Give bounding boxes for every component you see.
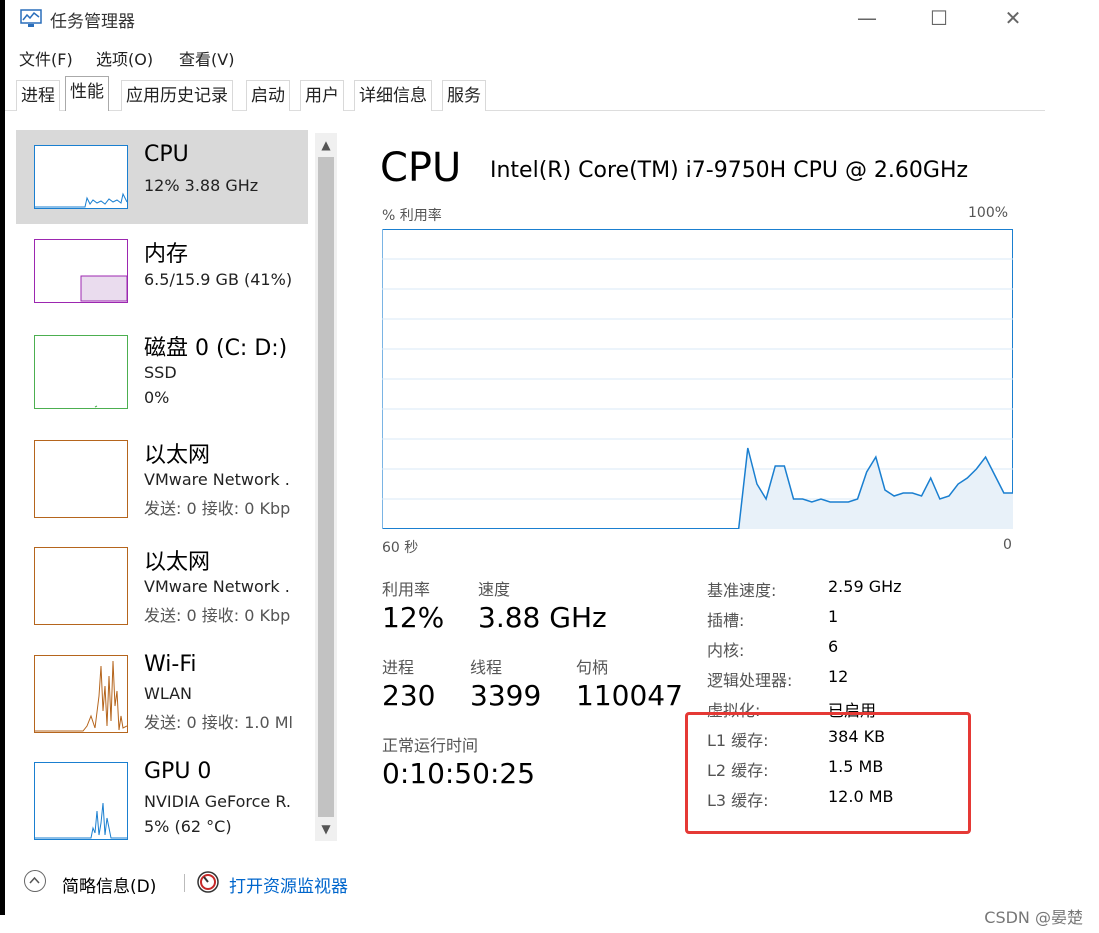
spec-label: 基准速度: [707, 581, 777, 600]
disk-thumbnail-graph [34, 335, 128, 409]
utilization-label: 利用率 [382, 580, 431, 599]
fewer-details-link[interactable]: 简略信息(D) [62, 872, 156, 897]
wifi-thumbnail-graph [34, 655, 128, 733]
processes-label: 进程 [382, 658, 415, 677]
sidebar-item-subtitle: SSD [144, 363, 177, 382]
uptime-label: 正常运行时间 [382, 736, 479, 755]
menu-file[interactable]: 文件(F) [19, 46, 73, 70]
cpu-thumbnail-graph [34, 145, 128, 209]
handles-value: 110047 [576, 679, 683, 712]
scrollbar-thumb[interactable] [318, 157, 334, 817]
sidebar-item-ethernet-1[interactable]: 以太网 VMware Network . 发送: 0 接收: 0 Kbp [16, 434, 308, 534]
spec-value: 2.59 GHz [828, 577, 902, 596]
sidebar-item-subtitle: WLAN [144, 684, 193, 703]
zero-axis-label: 0 [1003, 537, 1012, 553]
collapse-chevron-up-icon[interactable] [24, 870, 46, 892]
maximize-button[interactable]: ☐ [924, 4, 954, 32]
gpu-thumbnail-graph [34, 762, 128, 840]
task-manager-icon [20, 9, 42, 27]
spec-label: 内核: [707, 641, 745, 660]
tab-performance[interactable]: 性能 [65, 76, 109, 111]
sidebar-item-memory[interactable]: 内存 6.5/15.9 GB (41%) [16, 230, 308, 324]
threads-value: 3399 [470, 679, 542, 712]
menu-view[interactable]: 查看(V) [179, 46, 234, 70]
sidebar-item-subtitle: VMware Network . [144, 577, 290, 596]
sidebar-item-title: 磁盘 0 (C: D:) [144, 336, 288, 361]
sidebar-item-wifi[interactable]: Wi-Fi WLAN 发送: 0 接收: 1.0 Ml [16, 648, 308, 748]
sidebar-item-subtitle: 6.5/15.9 GB (41%) [144, 270, 293, 289]
sidebar-item-cpu[interactable]: CPU 12% 3.88 GHz [16, 130, 308, 224]
max-axis-label: 100% [968, 205, 1009, 221]
speed-value: 3.88 GHz [478, 601, 607, 634]
sidebar-item-detail: 发送: 0 接收: 0 Kbp [144, 499, 291, 518]
minimize-button[interactable]: — [852, 4, 882, 32]
resource-monitor-icon [197, 871, 219, 893]
ethernet-thumbnail-graph [34, 440, 128, 518]
tab-processes[interactable]: 进程 [16, 80, 60, 111]
spec-label: 插槽: [707, 611, 745, 630]
sidebar-item-title: Wi-Fi [144, 652, 197, 677]
sidebar-item-subtitle: VMware Network . [144, 470, 290, 489]
memory-thumbnail-graph [34, 239, 128, 303]
sidebar-item-detail: 发送: 0 接收: 0 Kbp [144, 606, 291, 625]
utilization-axis-label: % 利用率 [382, 208, 442, 224]
tab-users[interactable]: 用户 [300, 80, 344, 111]
tab-app-history[interactable]: 应用历史记录 [121, 80, 233, 111]
sidebar-item-title: GPU 0 [144, 759, 212, 784]
sidebar-item-detail: 0% [144, 388, 170, 407]
cpu-model-name: Intel(R) Core(TM) i7-9750H CPU @ 2.60GHz [490, 158, 969, 183]
speed-label: 速度 [478, 580, 511, 599]
cpu-utilization-graph [382, 229, 1013, 529]
scroll-down-icon[interactable]: ▼ [315, 819, 337, 839]
scroll-up-icon[interactable]: ▲ [315, 135, 337, 155]
tab-details[interactable]: 详细信息 [354, 80, 432, 111]
spec-value: 6 [828, 637, 839, 656]
tab-services[interactable]: 服务 [442, 80, 486, 111]
sidebar-item-title: 以太网 [144, 443, 211, 468]
open-resource-monitor-link[interactable]: 打开资源监视器 [229, 872, 348, 897]
spec-value: 1 [828, 607, 839, 626]
left-edge-bar [0, 0, 5, 915]
sidebar-item-title: 以太网 [144, 550, 211, 575]
sidebar-item-subtitle: 12% 3.88 GHz [144, 176, 259, 195]
sidebar-item-disk[interactable]: 磁盘 0 (C: D:) SSD 0% [16, 327, 308, 427]
ethernet-thumbnail-graph [34, 547, 128, 625]
sidebar-item-title: 内存 [144, 242, 189, 267]
sidebar-item-ethernet-2[interactable]: 以太网 VMware Network . 发送: 0 接收: 0 Kbp [16, 541, 308, 641]
menu-options[interactable]: 选项(O) [96, 46, 153, 70]
threads-label: 线程 [470, 658, 503, 677]
spec-value: 12 [828, 667, 849, 686]
utilization-value: 12% [382, 601, 445, 634]
handles-label: 句柄 [576, 658, 609, 677]
uptime-value: 0:10:50:25 [382, 757, 536, 790]
watermark: CSDN @晏楚 [984, 908, 1083, 927]
close-button[interactable]: ✕ [998, 4, 1028, 32]
sidebar-item-detail: 发送: 0 接收: 1.0 Ml [144, 713, 294, 732]
window-title: 任务管理器 [50, 12, 135, 32]
footer-divider [184, 874, 185, 892]
cache-highlight-box [685, 712, 971, 834]
tab-startup[interactable]: 启动 [246, 80, 290, 111]
processes-value: 230 [382, 679, 436, 712]
sidebar-item-gpu[interactable]: GPU 0 NVIDIA GeForce R. 5% (62 °C) [16, 755, 308, 845]
page-title: CPU [380, 145, 462, 191]
sidebar-item-title: CPU [144, 142, 189, 167]
time-axis-label: 60 秒 [382, 540, 419, 556]
sidebar-item-detail: 5% (62 °C) [144, 817, 232, 836]
sidebar-item-subtitle: NVIDIA GeForce R. [144, 792, 291, 811]
spec-label: 逻辑处理器: [707, 671, 793, 690]
